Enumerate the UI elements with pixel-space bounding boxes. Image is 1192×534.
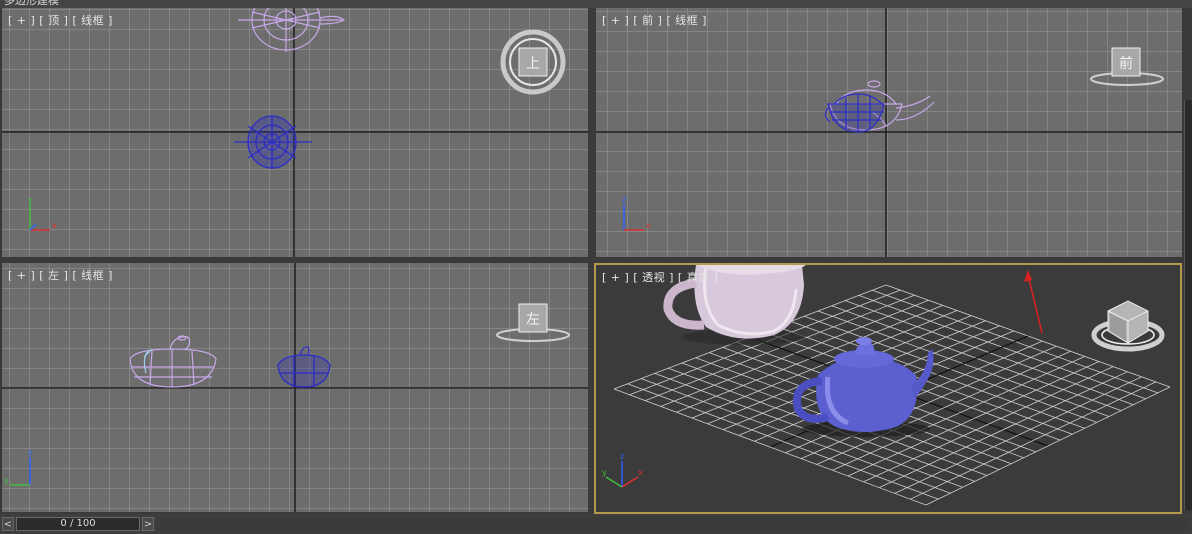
viewcube-front-face: 前 [1119, 55, 1133, 72]
timeline-next-button[interactable]: > [142, 517, 154, 531]
viewport-label-front[interactable]: [ + ] [ 前 ] [ 线框 ] [602, 12, 707, 28]
left-viewport-canvas[interactable]: 左 z y [2, 263, 588, 512]
viewport-label-top[interactable]: [ + ] [ 顶 ] [ 线框 ] [8, 12, 113, 28]
perspective-viewport-canvas[interactable]: z x y [596, 265, 1180, 512]
axis-label-x: x [52, 221, 57, 230]
axis-label-z: z [28, 448, 32, 457]
right-scrollbar[interactable] [1184, 100, 1192, 510]
axis-label-y: y [28, 195, 33, 204]
viewport-front[interactable]: 前 z x [ + ] [ 前 ] [ 线框 ] [596, 8, 1182, 257]
time-slider-bar: < 0 / 100 > [0, 514, 1192, 534]
viewcube-top-face: 上 [526, 56, 540, 72]
axis-label-z: z [620, 452, 624, 461]
viewport-label-perspective[interactable]: [ + ] [ 透视 ] [ 真实 ] [602, 269, 718, 285]
axis-label-x: x [646, 221, 651, 230]
axis-label-y: y [602, 468, 607, 477]
time-slider[interactable]: 0 / 100 [16, 517, 140, 531]
timeline-prev-button[interactable]: < [2, 517, 14, 531]
viewport-label-left[interactable]: [ + ] [ 左 ] [ 线框 ] [8, 267, 113, 283]
viewport-perspective[interactable]: z x y [ + ] [ 透视 ] [ 真实 ] [594, 263, 1182, 514]
viewport-left[interactable]: 左 z y [ + ] [ 左 ] [ 线框 ] [2, 263, 588, 512]
top-viewport-canvas[interactable]: 上 y x [2, 8, 588, 257]
axis-label-x: x [638, 468, 643, 477]
window-title: 多边形建模 [4, 0, 59, 7]
window-title-bar: 多边形建模 [0, 0, 1192, 8]
axis-label-y: y [4, 476, 9, 485]
viewport-top[interactable]: 上 y x [ + ] [ 顶 ] [ 线框 ] [2, 8, 588, 257]
viewcube-left-face: 左 [526, 312, 540, 328]
front-viewport-canvas[interactable]: 前 z x [596, 8, 1182, 257]
timeline-track[interactable] [160, 517, 1188, 531]
axis-label-z: z [622, 195, 626, 204]
